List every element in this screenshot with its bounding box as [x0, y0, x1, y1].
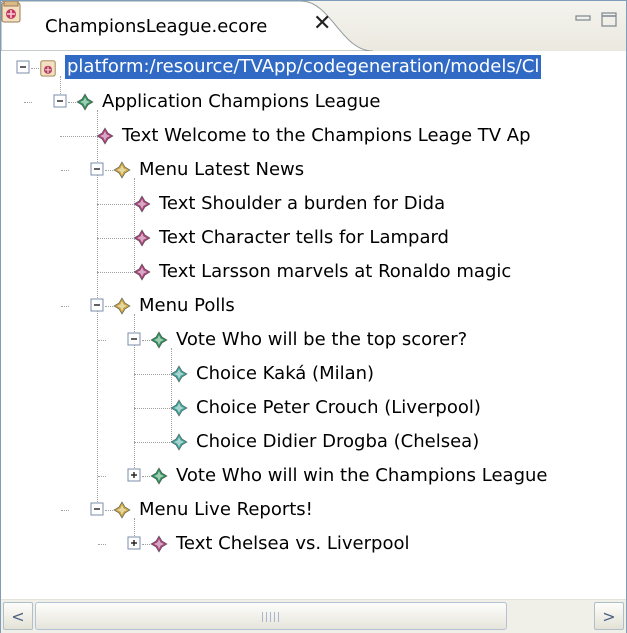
menu-node-icon — [113, 161, 131, 179]
menu-node-icon — [113, 297, 131, 315]
tree-connector-line — [61, 306, 69, 307]
tree-node-label: Menu Live Reports! — [139, 499, 313, 520]
tree-connector-line — [31, 68, 39, 69]
vote-node-icon — [150, 467, 168, 485]
tree-node[interactable]: Text Character tells for Lampard — [1, 222, 626, 256]
tree-node-label: platform:/resource/TVApp/codegeneration/… — [65, 55, 542, 79]
menu-node-icon — [113, 501, 131, 519]
collapse-icon[interactable] — [90, 298, 105, 313]
scroll-thumb[interactable] — [35, 602, 507, 630]
tree-node[interactable]: Menu Polls — [1, 290, 626, 324]
model-tree[interactable]: platform:/resource/TVApp/codegeneration/… — [1, 51, 626, 599]
tree-connector-line — [134, 442, 170, 443]
tab-title: ChampionsLeague.ecore — [45, 16, 268, 37]
text-node-icon — [133, 263, 151, 281]
tree-connector-line — [61, 510, 69, 511]
tree-node[interactable]: Choice Didier Drogba (Chelsea) — [1, 426, 626, 460]
collapse-icon[interactable] — [127, 332, 142, 347]
tree-node[interactable]: Choice Peter Crouch (Liverpool) — [1, 392, 626, 426]
collapse-icon[interactable] — [16, 60, 31, 75]
tree-node[interactable]: Menu Latest News — [1, 154, 626, 188]
scroll-grip-icon — [262, 612, 282, 622]
editor-tab[interactable]: ChampionsLeague.ecore ✕ — [1, 1, 373, 51]
tree-connector-line — [134, 374, 170, 375]
tree-node-label: Text Larsson marvels at Ronaldo magic — [159, 261, 512, 282]
tree-node[interactable]: Choice Kaká (Milan) — [1, 358, 626, 392]
minimize-icon[interactable] — [573, 9, 593, 29]
choice-node-icon — [170, 433, 188, 451]
tree-node-label: Choice Peter Crouch (Liverpool) — [196, 397, 481, 418]
expand-icon[interactable] — [127, 468, 142, 483]
scroll-left-arrow-icon: < — [11, 606, 25, 626]
text-node-icon — [133, 229, 151, 247]
collapse-icon[interactable] — [53, 94, 68, 109]
choice-node-icon — [170, 399, 188, 417]
tree-node-label: Vote Who will be the top scorer? — [176, 329, 468, 350]
tree-node-label: Menu Latest News — [139, 159, 305, 180]
tree-node[interactable]: Text Chelsea vs. Liverpool — [1, 528, 626, 562]
tree-connector-line — [98, 340, 106, 341]
tree-connector-line — [60, 136, 96, 137]
tree-connector-line — [68, 102, 76, 103]
tree-connector-line — [97, 238, 133, 239]
tree-connector-line — [97, 272, 133, 273]
collapse-icon[interactable] — [90, 502, 105, 517]
tree-node-label: Text Chelsea vs. Liverpool — [176, 533, 410, 554]
tree-connector-line — [98, 476, 106, 477]
resource-icon — [40, 60, 56, 77]
tree-node-label: Menu Polls — [139, 295, 235, 316]
expand-icon[interactable] — [127, 536, 142, 551]
tree-node-label: Choice Didier Drogba (Chelsea) — [196, 431, 480, 452]
text-node-icon — [96, 127, 114, 145]
tree-node[interactable]: platform:/resource/TVApp/codegeneration/… — [1, 52, 626, 86]
scroll-right-arrow-icon: > — [602, 606, 616, 626]
tree-node-label: Vote Who will win the Champions League — [176, 465, 548, 486]
tree-node[interactable]: Vote Who will be the top scorer? — [1, 324, 626, 358]
tree-connector-line — [134, 408, 170, 409]
tree-connector-line — [105, 510, 113, 511]
tree-connector-line — [24, 102, 32, 103]
tree-connector-line — [61, 170, 69, 171]
tree-node-label: Text Character tells for Lampard — [159, 227, 449, 248]
tree-node[interactable]: Application Champions League — [1, 86, 626, 120]
tree-node[interactable]: Menu Live Reports! — [1, 494, 626, 528]
tree-connector-line — [142, 476, 150, 477]
maximize-icon[interactable] — [599, 9, 619, 29]
tree-connector-line — [105, 306, 113, 307]
application-icon — [76, 93, 94, 111]
text-node-icon — [133, 195, 151, 213]
tree-node[interactable]: Text Larsson marvels at Ronaldo magic — [1, 256, 626, 290]
tree-connector-line — [142, 544, 150, 545]
tree-node[interactable]: Text Shoulder a burden for Dida — [1, 188, 626, 222]
tree-node[interactable]: Text Welcome to the Champions Leage TV A… — [1, 120, 626, 154]
tree-node[interactable]: Vote Who will win the Champions League — [1, 460, 626, 494]
choice-node-icon — [170, 365, 188, 383]
tree-connector-line — [97, 204, 133, 205]
text-node-icon — [150, 535, 168, 553]
tree-node-label: Choice Kaká (Milan) — [196, 363, 375, 384]
horizontal-scrollbar[interactable]: < > — [1, 599, 626, 633]
vote-node-icon — [150, 331, 168, 349]
tree-connector-line — [142, 340, 150, 341]
scroll-left-button[interactable]: < — [3, 602, 33, 630]
scroll-right-button[interactable]: > — [594, 602, 624, 630]
close-icon[interactable]: ✕ — [313, 13, 333, 35]
ecore-model-icon — [1, 1, 21, 23]
tree-connector-line — [98, 544, 106, 545]
tree-node-label: Text Shoulder a burden for Dida — [159, 193, 446, 214]
collapse-icon[interactable] — [90, 162, 105, 177]
tree-connector-line — [105, 170, 113, 171]
tree-node-label: Application Champions League — [102, 91, 381, 112]
tree-node-label: Text Welcome to the Champions Leage TV A… — [122, 125, 531, 146]
ecore-editor-view: ChampionsLeague.ecore ✕ platform:/resour… — [0, 0, 627, 633]
editor-tab-bar: ChampionsLeague.ecore ✕ — [1, 1, 626, 51]
